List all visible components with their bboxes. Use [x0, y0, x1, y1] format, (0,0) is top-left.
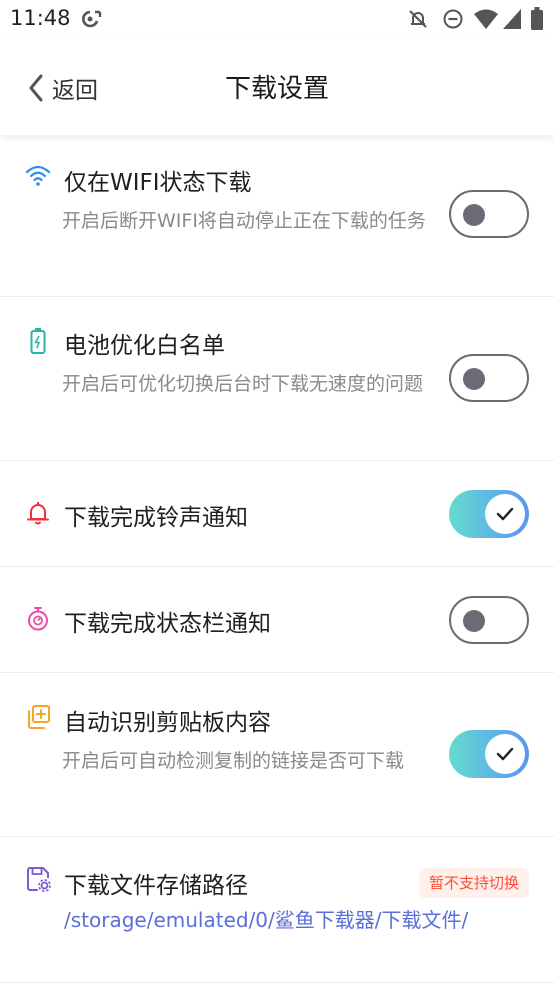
storage-path: /storage/emulated/0/鲨鱼下载器/下载文件/ [64, 908, 469, 932]
setting-row-clipboard-detect: 自动识别剪贴板内容 开启后可自动检测复制的链接是否可下载 [0, 673, 554, 837]
wifi-only-toggle[interactable] [449, 190, 529, 238]
toggle-knob [463, 610, 485, 632]
setting-title: 下载完成状态栏通知 [64, 611, 271, 637]
check-icon [496, 747, 514, 761]
status-time: 11:48 [10, 6, 71, 30]
setting-title: 下载完成铃声通知 [64, 505, 248, 531]
signal-icon [503, 9, 521, 29]
wifi-icon [474, 9, 498, 29]
setting-title: 电池优化白名单 [64, 333, 225, 359]
page-title: 下载设置 [224, 74, 329, 104]
header: 返回 下载设置 [0, 38, 554, 135]
setting-row-ring-notification: 下载完成铃声通知 [0, 461, 554, 567]
sync-icon [82, 10, 102, 28]
toggle-knob [463, 204, 485, 226]
ring-notification-toggle[interactable] [449, 490, 529, 538]
battery-icon [30, 328, 46, 354]
setting-row-battery-whitelist: 电池优化白名单 开启后可优化切换后台时下载无速度的问题 [0, 297, 554, 461]
storage-settings-icon [27, 867, 51, 892]
setting-description: 开启后可自动检测复制的链接是否可下载 [62, 750, 405, 772]
timer-icon [28, 607, 48, 631]
clipboard-add-icon [28, 705, 50, 729]
battery-whitelist-toggle[interactable] [449, 354, 529, 402]
setting-row-wifi-only: 仅在WIFI状态下载 开启后断开WIFI将自动停止正在下载的任务 [0, 135, 554, 297]
wifi-icon [25, 165, 51, 186]
unsupported-badge: 暂不支持切换 [419, 868, 529, 898]
status-bar: 11:48 [0, 0, 554, 38]
bell-icon [27, 502, 49, 525]
alarm-off-icon [409, 10, 427, 28]
setting-title: 下载文件存储路径 [64, 873, 248, 899]
statusbar-notification-toggle[interactable] [449, 596, 529, 644]
setting-row-statusbar-notification: 下载完成状态栏通知 [0, 567, 554, 673]
toggle-knob [485, 494, 525, 534]
setting-description: 开启后断开WIFI将自动停止正在下载的任务 [62, 210, 426, 232]
setting-title: 自动识别剪贴板内容 [64, 710, 271, 736]
battery-icon [531, 7, 543, 30]
setting-description: 开启后可优化切换后台时下载无速度的问题 [62, 373, 424, 395]
setting-title: 仅在WIFI状态下载 [64, 170, 252, 196]
divider [0, 982, 554, 983]
do-not-disturb-icon [443, 9, 463, 29]
toggle-knob [485, 734, 525, 774]
clipboard-detect-toggle[interactable] [449, 730, 529, 778]
check-icon [496, 507, 514, 521]
toggle-knob [463, 368, 485, 390]
